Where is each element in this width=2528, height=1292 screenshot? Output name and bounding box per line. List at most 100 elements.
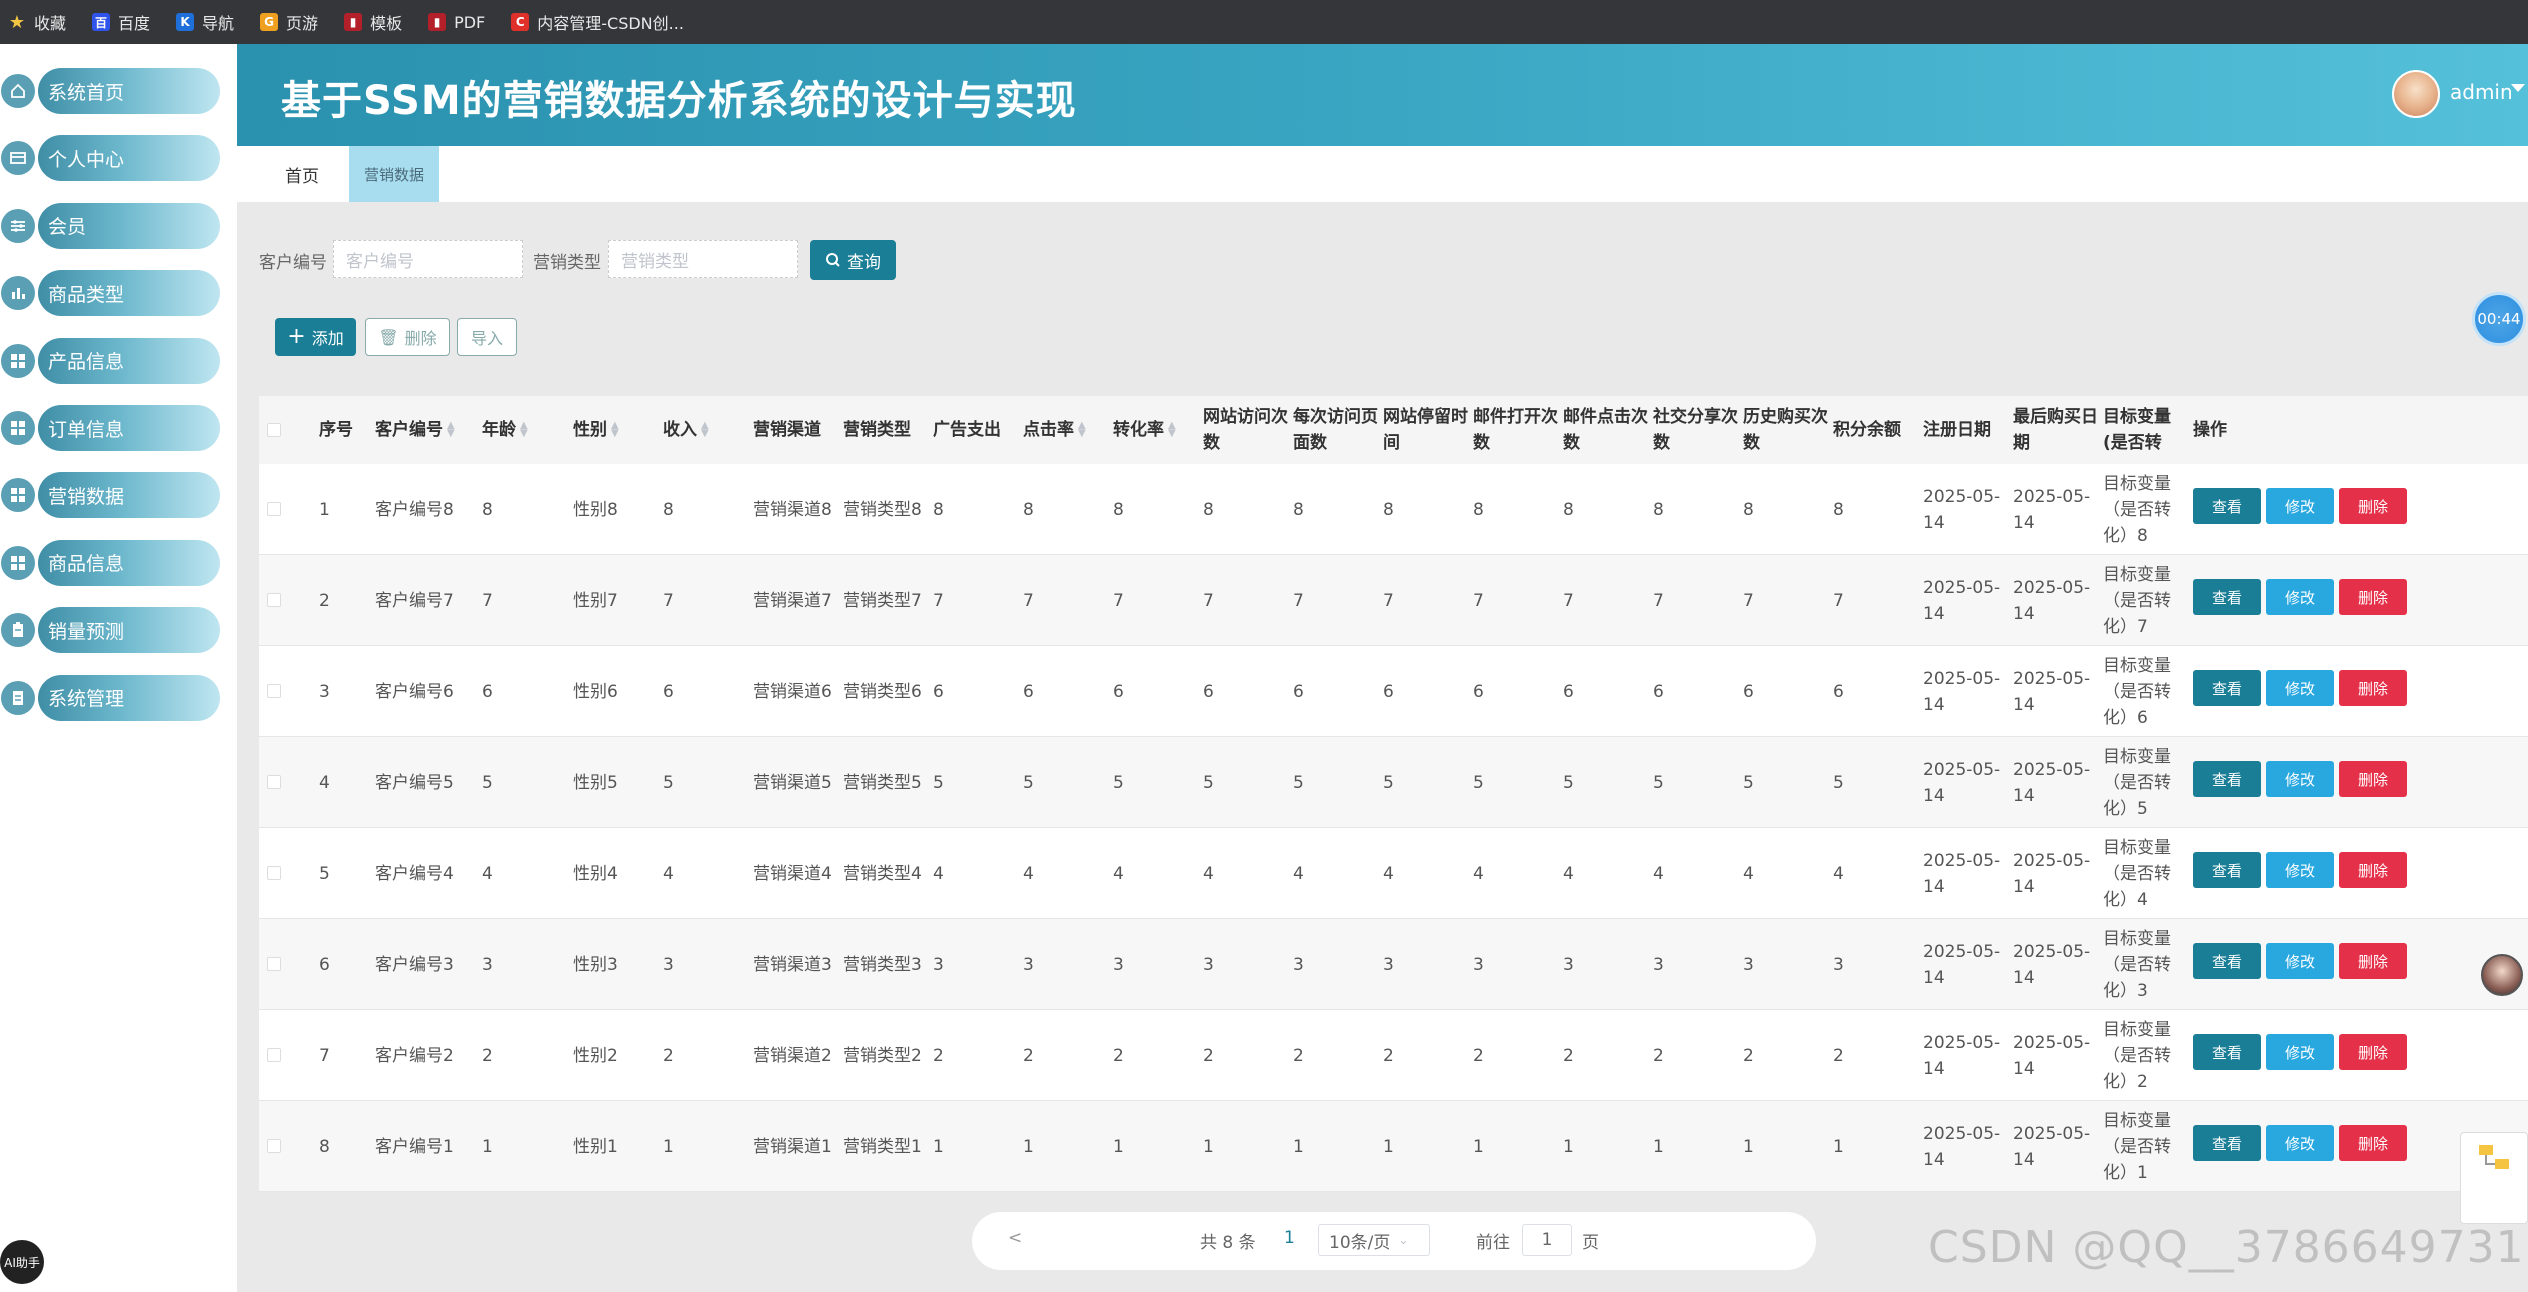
- marketing-type-input[interactable]: 营销类型: [608, 240, 798, 278]
- sidebar-item[interactable]: 商品类型: [0, 270, 222, 317]
- delete-button[interactable]: 删除: [2339, 761, 2407, 797]
- column-header-label: 操作: [2193, 420, 2227, 440]
- cell-mtype: 营销类型6: [843, 681, 922, 702]
- cell-channel: 营销渠道4: [753, 863, 832, 884]
- view-button[interactable]: 查看: [2193, 761, 2261, 797]
- view-button[interactable]: 查看: [2193, 852, 2261, 888]
- cell-open: 4: [1473, 863, 1484, 884]
- column-header-ctr[interactable]: 点击率 ▲ ▼: [1023, 396, 1109, 464]
- column-header-age[interactable]: 年龄 ▲ ▼: [482, 396, 567, 464]
- goto-page-input[interactable]: 1: [1522, 1224, 1572, 1256]
- delete-button[interactable]: 删除: [2339, 670, 2407, 706]
- cell-income: 3: [663, 954, 674, 975]
- edit-button[interactable]: 修改: [2266, 1125, 2334, 1161]
- sort-icon[interactable]: ▲ ▼: [611, 421, 619, 439]
- edit-button[interactable]: 修改: [2266, 579, 2334, 615]
- bookmark-item[interactable]: ▮ 模板: [344, 10, 402, 34]
- sidebar-item[interactable]: 销量预测: [0, 607, 222, 654]
- row-checkbox[interactable]: [267, 1048, 281, 1062]
- current-page[interactable]: 1: [1284, 1228, 1295, 1248]
- sidebar-item[interactable]: 系统首页: [0, 68, 222, 114]
- bookmark-item[interactable]: ▮ PDF: [428, 13, 485, 32]
- row-checkbox[interactable]: [267, 502, 281, 516]
- edit-button[interactable]: 修改: [2266, 943, 2334, 979]
- select-all-checkbox[interactable]: [267, 423, 281, 437]
- delete-button[interactable]: 删除: [2339, 852, 2407, 888]
- cell-click: 3: [1563, 954, 1574, 975]
- bookmark-item[interactable]: ★ 收藏: [8, 10, 66, 34]
- delete-button[interactable]: 删除: [2339, 943, 2407, 979]
- table-body: 1 客户编号8 8 性别8 8 营销渠道8 营销类型8 8 8 8 8 8 8 8 8 8 8 8 2025-05-…: [259, 464, 2528, 1192]
- plus-icon: +: [287, 324, 306, 349]
- delete-button[interactable]: 删除: [2339, 579, 2407, 615]
- bookmark-icon: K: [176, 13, 195, 31]
- edit-button[interactable]: 修改: [2266, 761, 2334, 797]
- edit-button[interactable]: 修改: [2266, 488, 2334, 524]
- timer-badge[interactable]: 00:44: [2472, 292, 2526, 346]
- view-button[interactable]: 查看: [2193, 488, 2261, 524]
- sidebar-item[interactable]: 营销数据: [0, 472, 222, 519]
- delete-button[interactable]: 删除: [2339, 1034, 2407, 1070]
- row-checkbox[interactable]: [267, 684, 281, 698]
- row-checkbox[interactable]: [267, 957, 281, 971]
- sidebar-item[interactable]: 产品信息: [0, 337, 222, 384]
- cell-customer_no: 客户编号4: [375, 863, 454, 884]
- view-button[interactable]: 查看: [2193, 670, 2261, 706]
- sidebar-item-label: 会员: [38, 202, 220, 249]
- sidebar-item[interactable]: 商品信息: [0, 539, 222, 586]
- sort-icon[interactable]: ▲ ▼: [1078, 421, 1086, 439]
- view-button[interactable]: 查看: [2193, 1125, 2261, 1161]
- sort-icon[interactable]: ▲ ▼: [520, 421, 528, 439]
- view-button[interactable]: 查看: [2193, 943, 2261, 979]
- row-checkbox[interactable]: [267, 775, 281, 789]
- user-avatar[interactable]: [2392, 70, 2440, 118]
- sidebar-item-label: 系统管理: [38, 674, 220, 721]
- cell-last: 2025-05-14: [2013, 668, 2091, 715]
- cell-index: 1: [319, 499, 330, 520]
- batch-delete-button[interactable]: 🗑 删除: [365, 318, 450, 356]
- ai-assistant-button[interactable]: AI助手: [0, 1240, 44, 1284]
- cell-ctr: 7: [1023, 590, 1034, 611]
- delete-button[interactable]: 删除: [2339, 488, 2407, 524]
- add-button[interactable]: + 添加: [275, 318, 356, 356]
- column-header-channel: 营销渠道: [753, 396, 841, 464]
- edit-button[interactable]: 修改: [2266, 852, 2334, 888]
- sidebar-item[interactable]: 订单信息: [0, 405, 222, 451]
- tab-marketing-data[interactable]: 营销数据: [349, 146, 439, 202]
- table-row: 8 客户编号1 1 性别1 1 营销渠道1 营销类型1 1 1 1 1 1 1 1 1 1 1 1 2025-05-…: [259, 1101, 2528, 1192]
- delete-button[interactable]: 删除: [2339, 1125, 2407, 1161]
- row-checkbox[interactable]: [267, 866, 281, 880]
- bookmark-item[interactable]: K 导航: [176, 10, 234, 34]
- user-name[interactable]: admin: [2450, 80, 2513, 104]
- sort-icon[interactable]: ▲ ▼: [1168, 421, 1176, 439]
- bookmark-item[interactable]: 百百度: [92, 10, 150, 34]
- sort-icon[interactable]: ▲ ▼: [701, 421, 709, 439]
- sort-icon[interactable]: ▲ ▼: [447, 421, 455, 439]
- page-size-select[interactable]: 10条/页 ⌄: [1318, 1224, 1430, 1256]
- bookmark-item[interactable]: G 页游: [260, 10, 318, 34]
- view-button[interactable]: 查看: [2193, 1034, 2261, 1070]
- import-button[interactable]: 导入: [457, 318, 517, 356]
- column-header-conv[interactable]: 转化率 ▲ ▼: [1113, 396, 1199, 464]
- assistant-avatar[interactable]: [2481, 954, 2523, 996]
- cell-income: 4: [663, 863, 674, 884]
- column-header-customer_no[interactable]: 客户编号 ▲ ▼: [375, 396, 475, 464]
- edit-button[interactable]: 修改: [2266, 1034, 2334, 1070]
- sidebar-item[interactable]: 会员: [0, 202, 222, 249]
- floating-doc-widget[interactable]: [2460, 1132, 2528, 1224]
- tab-home[interactable]: 首页: [269, 146, 335, 202]
- column-header-gender[interactable]: 性别 ▲ ▼: [573, 396, 658, 464]
- bookmark-item[interactable]: C 内容管理-CSDN创...: [511, 10, 684, 34]
- search-button[interactable]: 查询: [810, 240, 896, 280]
- sidebar-item[interactable]: 个人中心: [0, 135, 222, 182]
- sidebar-item[interactable]: 系统管理: [0, 674, 222, 721]
- chevron-down-icon[interactable]: [2511, 84, 2525, 92]
- column-header-income[interactable]: 收入 ▲ ▼: [663, 396, 748, 464]
- prev-page-button[interactable]: <: [1008, 1228, 1022, 1248]
- view-button[interactable]: 查看: [2193, 579, 2261, 615]
- edit-button[interactable]: 修改: [2266, 670, 2334, 706]
- cell-target: 目标变量（是否转化）1: [2103, 1110, 2171, 1183]
- customer-no-input[interactable]: 客户编号: [333, 240, 523, 278]
- row-checkbox[interactable]: [267, 593, 281, 607]
- row-checkbox[interactable]: [267, 1139, 281, 1153]
